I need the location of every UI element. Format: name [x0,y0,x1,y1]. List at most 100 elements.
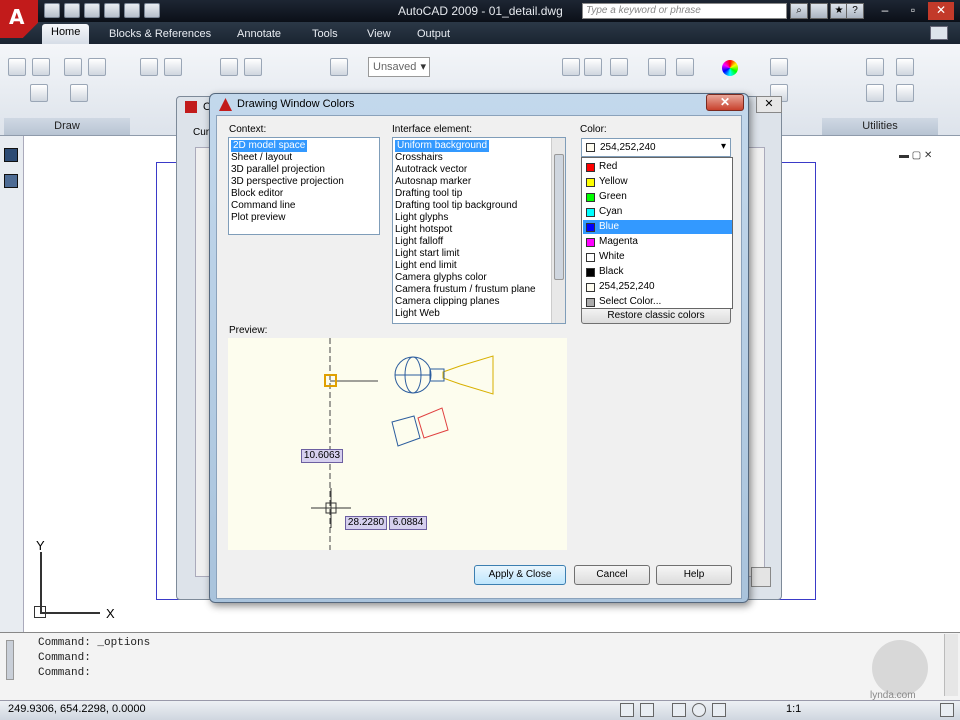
search-icon[interactable]: ⌕ [790,3,808,19]
rectangle-icon[interactable] [64,58,82,76]
panel-utilities-label[interactable]: Utilities [822,118,938,135]
command-prompt[interactable]: Command: [38,667,91,679]
interface-element-listbox[interactable]: Uniform background Crosshairs Autotrack … [392,137,566,324]
color-option[interactable]: 254,252,240 [583,280,732,294]
clean-screen-icon[interactable] [940,703,954,717]
tab-blocks-references[interactable]: Blocks & References [100,26,220,44]
layout-space-icon[interactable] [640,703,654,717]
coordinate-readout[interactable]: 249.9306, 654.2298, 0.0000 [8,703,146,715]
tab-annotate[interactable]: Annotate [228,26,290,44]
model-space-icon[interactable] [620,703,634,717]
close-button[interactable]: ✕ [928,2,954,20]
color-option[interactable]: Red [583,160,732,174]
undo-icon[interactable] [124,3,140,18]
interface-item[interactable]: Autosnap marker [395,176,471,188]
move-icon[interactable] [140,58,158,76]
interface-item[interactable]: Camera frustum / frustum plane [395,284,536,296]
maximize-button[interactable]: ▫ [900,2,926,20]
context-item[interactable]: Sheet / layout [231,152,292,164]
polyline-icon[interactable] [32,58,50,76]
open-file-icon[interactable] [64,3,80,18]
help-icon[interactable]: ? [846,3,864,19]
interface-scrollbar[interactable] [551,138,565,323]
dimension-icon[interactable] [610,58,628,76]
multiline-text-icon[interactable] [584,58,602,76]
color-option[interactable]: Green [583,190,732,204]
interface-item[interactable]: Drafting tool tip [395,188,462,200]
context-item[interactable]: Command line [231,200,295,212]
layer-properties-icon[interactable] [330,58,348,76]
lineweight-icon[interactable] [770,58,788,76]
viewport-icon[interactable] [4,148,18,162]
interface-item[interactable]: Camera clipping planes [395,296,500,308]
tab-home[interactable]: Home [42,24,90,44]
apply-close-button[interactable]: Apply & Close [474,565,566,585]
options-close-button[interactable]: ✕ [756,96,782,113]
color-option[interactable]: White [583,250,732,264]
tab-output[interactable]: Output [408,26,459,44]
interface-item[interactable]: Light hotspot [395,224,452,236]
color-option[interactable]: Magenta [583,235,732,249]
save-icon[interactable] [84,3,100,18]
interface-item[interactable]: Light Web [395,308,440,320]
interface-item[interactable]: Autotrack vector [395,164,467,176]
zoom-icon[interactable] [692,703,706,717]
circle-icon[interactable] [30,84,48,102]
help-button[interactable]: Help [656,565,732,585]
create-block-icon[interactable] [676,58,694,76]
layout-icon[interactable] [4,174,18,188]
interface-item[interactable]: Light end limit [395,260,457,272]
command-line-scrollbar[interactable] [944,634,958,696]
context-listbox[interactable]: 2D model space Sheet / layout 3D paralle… [228,137,380,235]
color-option[interactable]: Blue [583,220,732,234]
quick-select-icon[interactable] [896,58,914,76]
interface-item[interactable]: Drafting tool tip background [395,200,517,212]
tab-view[interactable]: View [358,26,400,44]
line-icon[interactable] [8,58,26,76]
context-item[interactable]: Plot preview [231,212,285,224]
color-option[interactable]: Select Color... [583,295,732,309]
polygon-icon[interactable] [88,58,106,76]
command-line-grip[interactable] [6,640,14,680]
new-file-icon[interactable] [44,3,60,18]
color-option[interactable]: Black [583,265,732,279]
interface-item[interactable]: Uniform background [395,140,490,152]
context-item[interactable]: 2D model space [231,140,308,152]
color-option[interactable]: Yellow [583,175,732,189]
interface-item[interactable]: Camera glyphs color [395,272,487,284]
cancel-button[interactable]: Cancel [574,565,650,585]
color-dropdown[interactable]: 254,252,240 ▾ [581,138,731,157]
copy-clip-icon[interactable] [866,58,884,76]
interface-item[interactable]: Light glyphs [395,212,448,224]
color-options-list[interactable]: Red Yellow Green Cyan Blue Magenta White Black 2… [581,157,733,309]
rotate-icon[interactable] [164,58,182,76]
interface-item[interactable]: Light falloff [395,236,443,248]
communication-icon[interactable] [810,3,828,19]
dialog-close-button[interactable]: ✕ [706,94,744,111]
redo-icon[interactable] [144,3,160,18]
context-item[interactable]: Block editor [231,188,283,200]
interface-item[interactable]: Crosshairs [395,152,443,164]
tab-tools[interactable]: Tools [303,26,347,44]
minimize-button[interactable]: – [872,2,898,20]
panel-draw-label[interactable]: Draw [4,118,130,135]
layer-dropdown[interactable]: Unsaved [368,57,430,77]
ellipse-icon[interactable] [70,84,88,102]
annotation-scale[interactable]: 1:1 [786,703,801,715]
pan-icon[interactable] [672,703,686,717]
text-icon[interactable] [562,58,580,76]
viewport-controls[interactable]: ▬ ▢ ✕ [899,150,955,162]
color-wheel-icon[interactable] [722,60,738,76]
interface-item[interactable]: Light start limit [395,248,459,260]
print-icon[interactable] [104,3,120,18]
options-dialog-button-edge[interactable] [751,567,771,587]
array-icon[interactable] [220,58,238,76]
ribbon-minimize-icon[interactable] [930,26,948,40]
paste-icon[interactable] [866,84,884,102]
context-item[interactable]: 3D perspective projection [231,176,344,188]
insert-block-icon[interactable] [648,58,666,76]
search-input[interactable]: Type a keyword or phrase [582,3,787,19]
measure-icon[interactable] [896,84,914,102]
color-option[interactable]: Cyan [583,205,732,219]
context-item[interactable]: 3D parallel projection [231,164,325,176]
